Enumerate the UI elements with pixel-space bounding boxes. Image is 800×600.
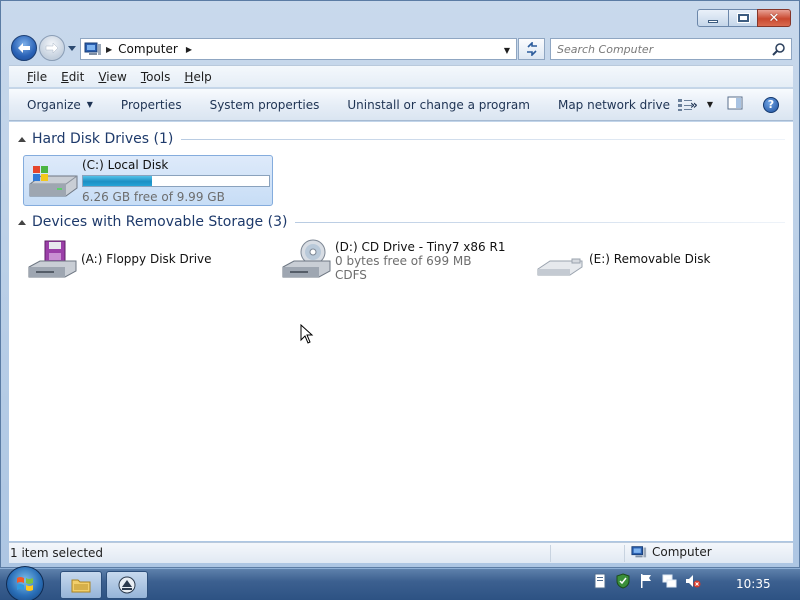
chevron-down-icon [68, 45, 76, 51]
caption-buttons: ✕ [697, 9, 791, 27]
volume-muted-icon[interactable] [685, 573, 701, 589]
drive-d[interactable]: (D:) CD Drive - Tiny7 x86 R1 0 bytes fre… [277, 239, 527, 291]
drive-c[interactable]: (C:) Local Disk 6.26 GB free of 9.99 GB [23, 155, 273, 206]
properties-button[interactable]: Properties [107, 89, 196, 120]
status-location-label: Computer [652, 545, 712, 559]
taskbar-explorer-button[interactable] [60, 571, 102, 599]
drive-a-info: (A:) Floppy Disk Drive [81, 239, 212, 287]
breadcrumb-separator-icon[interactable]: ▶ [186, 45, 192, 54]
menu-view[interactable]: View [98, 70, 126, 84]
forward-arrow-icon [45, 42, 59, 54]
computer-icon [631, 546, 647, 558]
menu-edit[interactable]: Edit [61, 70, 84, 84]
drive-a[interactable]: (A:) Floppy Disk Drive [23, 239, 263, 287]
drive-name: (A:) Floppy Disk Drive [81, 252, 212, 266]
floppy-drive-icon [28, 240, 77, 278]
start-button[interactable] [6, 566, 44, 600]
close-icon: ✕ [768, 10, 780, 26]
cd-drive-icon [282, 239, 331, 278]
drive-name: (E:) Removable Disk [589, 252, 711, 266]
status-bar: 1 item selected Computer [9, 542, 793, 563]
chevron-down-icon: ▼ [86, 100, 93, 109]
system-tray [593, 573, 709, 589]
document-icon[interactable] [593, 573, 607, 589]
address-dropdown-icon[interactable]: ▼ [504, 46, 510, 55]
organize-label: Organize [27, 97, 81, 112]
windows-logo-icon [17, 577, 33, 591]
collapse-icon[interactable] [18, 136, 26, 142]
command-bar: Organize ▼ Properties System properties U… [9, 88, 793, 121]
explorer-folder-icon [71, 579, 91, 593]
address-bar[interactable]: ▶ Computer ▶ ▼ [80, 38, 517, 60]
map-network-drive-button[interactable]: Map network drive [544, 89, 684, 120]
security-icon[interactable] [615, 573, 631, 589]
back-arrow-icon [18, 43, 30, 53]
removable-disk-icon [537, 258, 583, 276]
uninstall-program-button[interactable]: Uninstall or change a program [333, 89, 544, 120]
preview-pane-icon [727, 96, 743, 110]
close-button[interactable]: ✕ [757, 9, 791, 27]
command-bar-right: ▼ ? [677, 89, 793, 120]
preview-pane-button[interactable] [727, 96, 743, 113]
group-header-removable[interactable]: Devices with Removable Storage (3) [9, 212, 785, 232]
mouse-cursor-icon [300, 324, 314, 344]
drive-e-info: (E:) Removable Disk [589, 239, 710, 287]
recent-pages-dropdown[interactable] [67, 43, 77, 53]
hard-drive-icon [29, 166, 78, 197]
search-icon[interactable] [772, 42, 786, 56]
refresh-button[interactable] [518, 38, 545, 60]
menu-file[interactable]: File [27, 70, 47, 84]
media-icon [118, 576, 136, 594]
explorer-window: ✕ ▶ Computer ▶ ▼ File Edit View To [0, 0, 800, 568]
selection-status: 1 item selected [10, 546, 104, 560]
refresh-icon [526, 42, 537, 56]
divider [295, 221, 785, 223]
drive-free-space: 6.26 GB free of 9.99 GB [82, 190, 225, 204]
menu-help[interactable]: Help [184, 70, 211, 84]
taskbar: 10:35 [0, 566, 800, 600]
maximize-icon [736, 13, 750, 23]
system-properties-button[interactable]: System properties [196, 89, 334, 120]
breadcrumb-location[interactable]: Computer [118, 42, 178, 56]
status-divider [624, 545, 625, 562]
computer-icon [84, 42, 101, 55]
menu-tools[interactable]: Tools [141, 70, 171, 84]
drive-name: (D:) CD Drive - Tiny7 x86 R1 [335, 240, 506, 254]
network-icon[interactable] [661, 573, 677, 589]
minimize-icon [708, 19, 718, 23]
drive-usage-bar [82, 175, 270, 187]
drive-usage-fill [83, 176, 153, 186]
change-view-button[interactable]: ▼ [677, 98, 713, 112]
search-box[interactable] [550, 38, 792, 60]
action-center-icon[interactable] [639, 573, 653, 589]
group-title: Hard Disk Drives (1) [32, 131, 174, 147]
minimize-button[interactable] [697, 9, 729, 27]
help-icon[interactable]: ? [763, 96, 779, 113]
drive-name: (C:) Local Disk [82, 158, 169, 172]
maximize-button[interactable] [728, 9, 758, 27]
view-options-icon [677, 98, 692, 111]
file-view: Hard Disk Drives (1) (C:) Local Disk 6.2… [9, 122, 793, 541]
divider [181, 138, 785, 140]
drive-free-space: 0 bytes free of 699 MB [335, 254, 472, 268]
drive-e[interactable]: (E:) Removable Disk [531, 239, 771, 287]
collapse-icon[interactable] [18, 219, 26, 225]
organize-button[interactable]: Organize ▼ [9, 89, 107, 120]
chevron-down-icon: ▼ [706, 100, 713, 109]
group-title: Devices with Removable Storage (3) [32, 214, 288, 230]
navigation-row: ▶ Computer ▶ ▼ [1, 33, 800, 63]
taskbar-clock[interactable]: 10:35 [736, 577, 771, 591]
search-input[interactable] [551, 39, 761, 59]
group-header-hard-disk[interactable]: Hard Disk Drives (1) [9, 129, 785, 149]
menu-bar: File Edit View Tools Help [9, 65, 793, 87]
taskbar-media-button[interactable] [106, 571, 148, 599]
status-location: Computer [631, 545, 712, 559]
drive-filesystem: CDFS [335, 268, 367, 282]
drive-d-info: (D:) CD Drive - Tiny7 x86 R1 0 bytes fre… [335, 239, 505, 291]
breadcrumb-separator-icon[interactable]: ▶ [106, 45, 112, 54]
back-button[interactable] [11, 35, 37, 61]
status-divider [550, 545, 551, 562]
drive-c-info: (C:) Local Disk 6.26 GB free of 9.99 GB [82, 158, 270, 205]
forward-button[interactable] [39, 35, 65, 61]
